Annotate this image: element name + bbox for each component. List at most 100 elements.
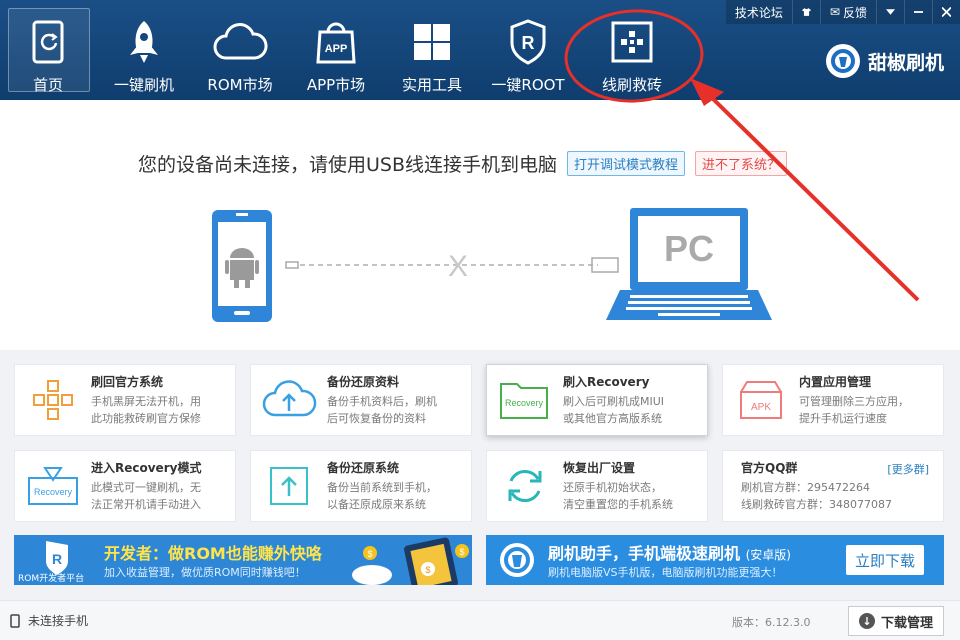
card-factory-reset[interactable]: 恢复出厂设置 还原手机初始状态， 清空重置您的手机系统	[486, 450, 708, 522]
banner-subtitle: 刷机电脑版VS手机版，电脑版刷机功能更强大！	[548, 566, 783, 579]
nav-tools[interactable]: 实用工具	[384, 0, 480, 100]
nav-label: 一键刷机	[113, 76, 174, 94]
download-now-button[interactable]: 立即下载	[846, 545, 924, 575]
svg-text:$: $	[425, 565, 430, 575]
feedback-icon: ✉	[829, 5, 840, 19]
feedback-label: 反馈	[842, 5, 867, 20]
card-app-management[interactable]: APK 内置应用管理 可管理删除三方应用， 提升手机运行速度	[722, 364, 944, 436]
money-phone-icon: $ $ $	[352, 537, 469, 585]
card-title: 官方QQ群	[741, 461, 798, 475]
nav-flash-rescue[interactable]: 线刷救砖	[584, 0, 680, 100]
feature-grid: 刷回官方系统 手机黑屏无法开机，用 此功能救砖刷官方保修 备份还原资料 备份手机…	[14, 364, 946, 522]
card-title: 备份还原系统	[327, 461, 400, 475]
nav-label: APP市场	[306, 76, 366, 94]
svg-text:R: R	[522, 33, 535, 53]
card-desc: 提升手机运行速度	[799, 412, 887, 425]
phone-small-icon	[10, 613, 20, 628]
app-bag-icon: APP	[306, 12, 366, 72]
brand: 甜椒刷机	[825, 44, 944, 78]
nav-one-click-flash[interactable]: 一键刷机	[96, 0, 192, 100]
version-label: 版本：6.12.3.0	[732, 616, 811, 629]
debug-tutorial-link[interactable]: 打开调试模式教程	[567, 151, 686, 176]
flash-official-icon	[15, 364, 91, 436]
disconnected-x-icon: X	[448, 250, 468, 283]
more-groups-link[interactable]: [更多群]	[887, 461, 929, 477]
card-desc: 手机黑屏无法开机，用	[91, 395, 201, 408]
nav-app-market[interactable]: APP APP市场	[288, 0, 384, 100]
upload-box-icon	[251, 450, 327, 522]
tianjiao-logo-icon	[825, 44, 860, 78]
nav-rom-market[interactable]: ROM市场	[192, 0, 288, 100]
recovery-folder-icon: Recovery	[487, 364, 563, 436]
card-desc: 法正常开机请手动进入	[91, 498, 201, 511]
card-backup-system[interactable]: 备份还原系统 备份当前系统到手机， 以备还原成原来系统	[250, 450, 472, 522]
feedback-button[interactable]: ✉ 反馈	[819, 0, 876, 24]
card-title: 刷入Recovery	[563, 375, 650, 389]
card-desc: 此功能救砖刷官方保修	[91, 412, 201, 425]
download-arrow-icon: ↓	[858, 613, 875, 629]
flash-rescue-icon	[602, 12, 662, 72]
mobile-assistant-banner[interactable]: 刷机助手，手机端极速刷机 (安卓版) 刷机电脑版VS手机版，电脑版刷机功能更强大…	[486, 535, 944, 585]
grid-tools-icon	[402, 12, 462, 72]
card-desc: 可管理删除三方应用，	[799, 395, 909, 408]
nav-one-click-root[interactable]: R 一键ROOT	[480, 0, 576, 100]
apk-box-icon: APK	[723, 364, 799, 436]
card-backup-data[interactable]: 备份还原资料 备份手机资料后，刷机 后可恢复备份的资料	[250, 364, 472, 436]
svg-text:APK: APK	[751, 402, 771, 413]
nav-label: 实用工具	[401, 76, 462, 94]
status-footer: 未连接手机 版本：6.12.3.0 ↓ 下载管理	[0, 600, 960, 640]
qq-group-rescue: 线刷救砖官方群：348077087	[741, 498, 892, 511]
nav-label: ROM市场	[207, 76, 273, 94]
rom-platform-label: ROM开发者平台	[18, 574, 85, 584]
refresh-cycle-icon	[487, 450, 563, 522]
minimize-icon[interactable]	[904, 0, 932, 24]
top-header: 首页 一键刷机 ROM市场 APP APP市场 实用工具 R 一键ROOT 线刷…	[0, 0, 960, 100]
brand-name: 甜椒刷机	[867, 51, 944, 74]
home-phone-icon	[18, 12, 78, 72]
card-desc: 后可恢复备份的资料	[327, 412, 426, 425]
close-icon[interactable]	[932, 0, 960, 24]
pc-label: PC	[664, 228, 714, 269]
download-manager-button[interactable]: ↓ 下载管理	[848, 606, 944, 636]
card-title: 恢复出厂设置	[563, 461, 636, 475]
banner-title: 刷机助手，手机端极速刷机 (安卓版)	[548, 544, 791, 563]
usb-cable-dashed: X	[285, 250, 619, 283]
main-nav: 首页 一键刷机 ROM市场 APP APP市场 实用工具 R 一键ROOT 线刷…	[0, 0, 680, 100]
card-desc: 此模式可一键刷机，无	[91, 481, 201, 494]
cloud-upload-icon	[251, 364, 327, 436]
card-title: 备份还原资料	[327, 375, 400, 389]
connection-status: 未连接手机	[10, 612, 88, 629]
root-shield-icon: R	[498, 12, 558, 72]
card-desc: 备份手机资料后，刷机	[327, 395, 437, 408]
shirt-icon[interactable]	[791, 0, 820, 24]
laptop-pc-icon: PC	[606, 208, 772, 320]
card-qq-groups: 官方QQ群 刷机官方群：295472264 线刷救砖官方群：348077087 …	[722, 450, 944, 522]
nav-label: 线刷救砖	[601, 76, 662, 94]
menu-dropdown-icon[interactable]	[876, 0, 904, 24]
svg-text:R: R	[52, 551, 62, 567]
qq-group-flash: 刷机官方群：295472264	[741, 481, 870, 494]
svg-text:APP: APP	[325, 43, 348, 55]
rocket-icon	[114, 12, 174, 72]
download-manager-label: 下载管理	[880, 615, 933, 631]
android-phone-icon	[212, 210, 272, 322]
card-restore-official[interactable]: 刷回官方系统 手机黑屏无法开机，用 此功能救砖刷官方保修	[14, 364, 236, 436]
card-flash-recovery[interactable]: Recovery 刷入Recovery 刷入后可刷机成MIUI 或其他官方高版系…	[486, 364, 708, 436]
nav-label: 首页	[32, 76, 63, 94]
svg-text:$: $	[459, 547, 464, 557]
window-topbar: 技术论坛 ✉ 反馈	[725, 0, 960, 24]
cloud-icon	[210, 12, 270, 72]
banner-title: 开发者：做ROM也能赚外快咯	[104, 544, 322, 563]
connection-status-text: 未连接手机	[28, 614, 89, 628]
developer-banner[interactable]: R ROM开发者平台 开发者：做ROM也能赚外快咯 加入收益管理，做优质ROM同…	[14, 535, 472, 585]
card-desc: 清空重置您的手机系统	[563, 498, 673, 511]
card-desc: 还原手机初始状态，	[563, 481, 662, 494]
cannot-enter-system-link[interactable]: 进不了系统？	[695, 151, 788, 176]
forum-link[interactable]: 技术论坛	[726, 0, 792, 24]
card-desc: 刷入后可刷机成MIUI	[563, 395, 665, 408]
svg-text:Recovery: Recovery	[505, 398, 544, 408]
connection-illustration: X PC	[212, 208, 772, 322]
card-title: 进入Recovery模式	[91, 461, 202, 475]
nav-home[interactable]: 首页	[0, 0, 96, 100]
card-enter-recovery[interactable]: Recovery 进入Recovery模式 此模式可一键刷机，无 法正常开机请手…	[14, 450, 236, 522]
